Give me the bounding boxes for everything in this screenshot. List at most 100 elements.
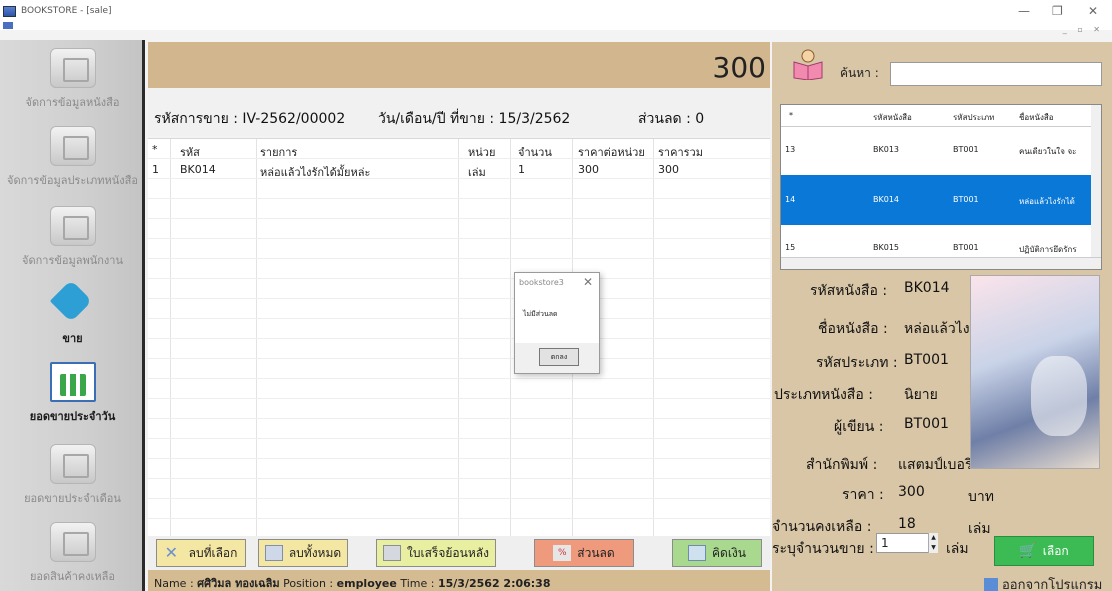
- discount-button[interactable]: % ส่วนลด: [534, 539, 634, 567]
- status-bar: Name : ศศิวิมล ทองเฉลิม Position : emplo…: [148, 570, 770, 591]
- total-amount: 300: [712, 51, 766, 84]
- qty-stepper[interactable]: ▲ ▼: [928, 533, 938, 553]
- mdi-child-icon[interactable]: [3, 22, 13, 29]
- sale-items-grid[interactable]: * รหัส รายการ หน่วย จำนวน ราคาต่อหน่วย ร…: [148, 138, 770, 536]
- book-grid-header: * รหัสหนังสือ รหัสประเภท ชื่อหนังสือ: [781, 105, 1101, 127]
- exit-icon: [984, 577, 998, 591]
- sidebar-item-monthly-sales[interactable]: ยอดขายประจำเดือน: [0, 444, 145, 507]
- sidebar-item-label: จัดการข้อมูลพนักงาน: [22, 254, 123, 267]
- table-row[interactable]: 15 BK015 BT001 ปฏิบัติการยึดรักร: [781, 229, 1101, 259]
- sidebar-item-label: ยอดขายประจำเดือน: [24, 492, 121, 505]
- sale-id: รหัสการขาย : IV-2562/00002: [154, 111, 346, 127]
- table-row[interactable]: 13 BK013 BT001 คนเดียวในใจ จะ: [781, 127, 1101, 173]
- table-cell: 13: [785, 145, 796, 154]
- x-icon: ✕: [164, 543, 178, 562]
- sidebar-item-label: ขาย: [62, 332, 83, 345]
- sidebar-item-stock[interactable]: ยอดสินค้าคงเหลือ: [0, 522, 145, 585]
- table-cell: 1: [152, 163, 159, 176]
- sidebar-item-manage-employees[interactable]: จัดการข้อมูลพนักงาน: [0, 206, 145, 269]
- sidebar-item-manage-book-types[interactable]: จัดการข้อมูลประเภทหนังสือ: [0, 126, 145, 189]
- book-price-value: 300: [898, 484, 925, 500]
- dialog-title: bookstore3: [519, 278, 564, 287]
- exit-button[interactable]: ออกจากโปรแกรม: [984, 574, 1102, 591]
- window-title: BOOKSTORE - [sale]: [21, 6, 112, 16]
- table-row-selected[interactable]: 14 BK014 BT001 หล่อแล้วไงรักได้: [781, 175, 1101, 225]
- table-cell: BK014: [873, 195, 900, 204]
- status-name: ศศิวิมล ทองเฉลิม: [197, 577, 280, 590]
- button-label: ใบเสร็จย้อนหลัง: [407, 545, 489, 560]
- status-time: 15/3/2562 2:06:38: [437, 577, 551, 590]
- sidebar-item-daily-sales[interactable]: ยอดขายประจำวัน: [0, 362, 145, 425]
- table-cell: BT001: [953, 145, 979, 154]
- book-category-label: ประเภทหนังสือ :: [774, 387, 873, 403]
- table-cell: หล่อแล้วไงรักได้: [1019, 197, 1075, 206]
- bar-chart-icon: [49, 362, 96, 402]
- sidebar-item-label: จัดการข้อมูลหนังสือ: [25, 96, 120, 109]
- status-time-label: Time :: [400, 577, 435, 590]
- table-cell: 300: [578, 163, 599, 176]
- button-label: ออกจากโปรแกรม: [1002, 578, 1103, 591]
- vertical-scrollbar[interactable]: [1091, 105, 1101, 259]
- sale-discount: ส่วนลด : 0: [638, 111, 705, 127]
- search-label: ค้นหา :: [840, 66, 879, 80]
- qty-label: ระบุจำนวนขาย :: [772, 541, 874, 557]
- button-label: คิดเงิน: [712, 545, 746, 560]
- book-list-grid[interactable]: * รหัสหนังสือ รหัสประเภท ชื่อหนังสือ 13 …: [780, 104, 1102, 270]
- delete-selected-button[interactable]: ✕ ลบที่เลือก: [156, 539, 246, 567]
- book-id-label: รหัสหนังสือ :: [810, 283, 888, 299]
- grid-header: รหัสประเภท: [953, 113, 995, 122]
- trash-icon: [264, 545, 283, 561]
- table-row[interactable]: 1 BK014 หล่อแล้วไงรักได้มั้ยหล่ะ เล่ม 1 …: [148, 159, 770, 179]
- dialog-message: ไม่มีส่วนลด: [523, 310, 558, 318]
- status-position-label: Position :: [283, 577, 334, 590]
- mdi-window-controls[interactable]: _ ▫ ✕: [1063, 25, 1104, 34]
- table-cell: 14: [785, 195, 796, 204]
- dialog-ok-button[interactable]: ตกลง: [539, 348, 579, 366]
- book-edit-icon: [49, 48, 96, 88]
- search-input[interactable]: [890, 62, 1102, 86]
- receipt-icon: [383, 545, 402, 561]
- table-cell: ปฏิบัติการยึดรักร: [1019, 245, 1077, 254]
- close-icon[interactable]: ✕: [1088, 4, 1098, 18]
- table-cell: BK013: [873, 145, 900, 154]
- cart-icon: 🛒: [1019, 543, 1037, 559]
- table-cell: BK015: [873, 243, 900, 252]
- delete-all-button[interactable]: ลบทั้งหมด: [258, 539, 348, 567]
- book-stack-icon: [49, 126, 96, 166]
- table-cell: 15: [785, 243, 796, 252]
- app-icon: [3, 6, 16, 17]
- table-cell: BK014: [180, 163, 216, 176]
- button-label: ส่วนลด: [577, 545, 615, 560]
- total-bar: 300: [148, 42, 770, 88]
- receipt-history-button[interactable]: ใบเสร็จย้อนหลัง: [376, 539, 496, 567]
- book-price-label: ราคา :: [842, 487, 884, 503]
- employee-icon: [49, 206, 96, 246]
- sidebar: จัดการข้อมูลหนังสือ จัดการข้อมูลประเภทหน…: [0, 40, 145, 591]
- book-stock-label: จำนวนคงเหลือ :: [772, 519, 872, 535]
- dialog-close-icon[interactable]: ✕: [583, 275, 593, 289]
- book-stock-value: 18: [898, 516, 916, 532]
- book-price-unit: บาท: [968, 489, 994, 505]
- grid-header: รหัสหนังสือ: [873, 113, 912, 122]
- percent-icon: %: [553, 545, 572, 561]
- checkout-button[interactable]: คิดเงิน: [672, 539, 762, 567]
- money-chart-icon: [49, 444, 96, 484]
- message-dialog: bookstore3 ✕ ไม่มีส่วนลด ตกลง: [514, 272, 600, 374]
- sidebar-item-sale[interactable]: ขาย: [0, 284, 145, 347]
- book-name-label: ชื่อหนังสือ :: [818, 321, 888, 337]
- select-button[interactable]: 🛒 เลือก: [994, 536, 1094, 566]
- table-cell: คนเดียวในใจ จะ: [1019, 147, 1077, 156]
- maximize-icon[interactable]: ❐: [1052, 4, 1063, 18]
- minimize-icon[interactable]: —: [1018, 4, 1030, 18]
- price-tag-icon: [50, 284, 96, 324]
- title-bar: BOOKSTORE - [sale] — ❐ ✕ _ ▫ ✕: [0, 0, 1112, 34]
- book-author-label: ผู้เขียน :: [834, 419, 884, 435]
- sidebar-item-manage-books[interactable]: จัดการข้อมูลหนังสือ: [0, 48, 145, 111]
- book-type-value: BT001: [904, 352, 949, 368]
- grid-header-row: * รหัส รายการ หน่วย จำนวน ราคาต่อหน่วย ร…: [148, 139, 770, 159]
- book-publisher-value: แสตมป์เบอรี่: [898, 457, 973, 473]
- status-position: employee: [336, 577, 397, 590]
- sale-info-bar: รหัสการขาย : IV-2562/00002 วัน/เดือน/ปี …: [148, 88, 770, 136]
- horizontal-scrollbar[interactable]: [781, 257, 1101, 269]
- sidebar-item-label: จัดการข้อมูลประเภทหนังสือ: [7, 174, 138, 187]
